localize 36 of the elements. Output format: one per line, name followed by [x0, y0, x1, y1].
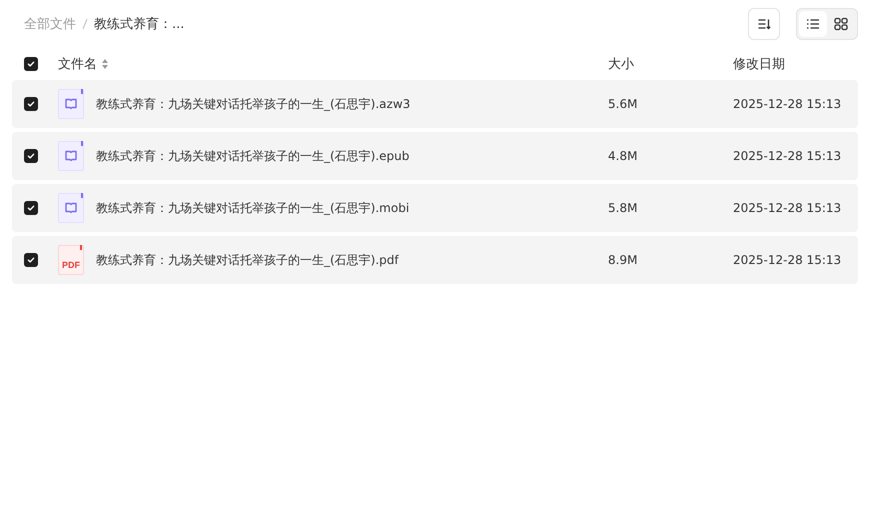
checkbox[interactable] [24, 253, 38, 267]
column-header[interactable]: 修改日期 [733, 57, 785, 72]
breadcrumb-link[interactable]: 教练式养育：... [94, 15, 184, 33]
file-row[interactable]: 教练式养育：九场关键对话托举孩子的一生_(石思宇).azw3 5.6M 2025-12-28 15:13 [12, 80, 858, 128]
file-size: 8.9M [608, 253, 638, 267]
sort-button[interactable] [748, 8, 780, 40]
list-view-button[interactable] [799, 11, 827, 37]
modified-date: 2025-12-28 15:13 [733, 149, 842, 163]
column-header[interactable]: 大小 [608, 57, 634, 72]
file-size: 5.6M [608, 97, 638, 111]
grid-icon [834, 17, 848, 31]
checkbox[interactable] [24, 97, 38, 111]
modified-date: 2025-12-28 15:13 [733, 253, 842, 267]
sort-icon [757, 17, 771, 31]
checkbox[interactable] [24, 201, 38, 215]
file-name[interactable]: 教练式养育：九场关键对话托举孩子的一生_(石思宇).mobi [96, 200, 410, 216]
file-row[interactable]: PDF 教练式养育：九场关键对话托举孩子的一生_(石思宇).pdf 8.9M 2025-12-28 15:13 [12, 236, 858, 284]
sort-icon[interactable] [101, 58, 109, 70]
list-icon [806, 17, 820, 31]
file-row[interactable]: 教练式养育：九场关键对话托举孩子的一生_(石思宇).epub 4.8M 2025-12-28 15:13 [12, 132, 858, 180]
checkbox[interactable] [24, 149, 38, 163]
file-name[interactable]: 教练式养育：九场关键对话托举孩子的一生_(石思宇).pdf [96, 252, 399, 268]
file-name[interactable]: 教练式养育：九场关键对话托举孩子的一生_(石思宇).azw3 [96, 96, 410, 112]
checkbox[interactable] [24, 57, 38, 71]
file-row[interactable]: 教练式养育：九场关键对话托举孩子的一生_(石思宇).mobi 5.8M 2025-12-28 15:13 [12, 184, 858, 232]
ebook-file-icon [58, 89, 84, 119]
modified-date: 2025-12-28 15:13 [733, 97, 842, 111]
file-name[interactable]: 教练式养育：九场关键对话托举孩子的一生_(石思宇).epub [96, 148, 410, 164]
column-header[interactable]: 文件名 [58, 55, 97, 73]
breadcrumb-separator [82, 17, 88, 31]
file-size: 5.8M [608, 201, 638, 215]
modified-date: 2025-12-28 15:13 [733, 201, 842, 215]
ebook-file-icon [58, 141, 84, 171]
pdf-file-icon: PDF [58, 245, 84, 275]
ebook-file-icon [58, 193, 84, 223]
file-size: 4.8M [608, 149, 638, 163]
